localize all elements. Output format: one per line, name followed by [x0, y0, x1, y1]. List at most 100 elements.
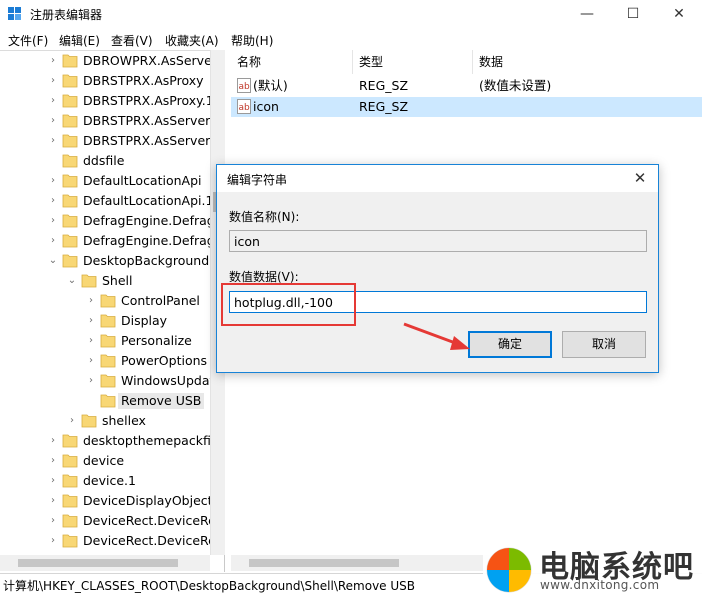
column-header-type[interactable]: 类型: [353, 50, 473, 74]
svg-text:ab: ab: [239, 103, 251, 113]
minimize-button[interactable]: —: [564, 0, 610, 29]
expand-arrow-icon[interactable]: ›: [48, 114, 58, 128]
title-bar: 注册表编辑器 — ☐ ✕: [0, 0, 702, 29]
folder-icon: [62, 534, 78, 548]
tree-item[interactable]: Remove USB: [0, 391, 224, 411]
expand-arrow-icon[interactable]: ›: [48, 54, 58, 68]
expand-arrow-icon[interactable]: ›: [48, 454, 58, 468]
tree-item[interactable]: › DefragEngine.DefragEngine: [0, 211, 224, 231]
tree-item[interactable]: ddsfile: [0, 151, 224, 171]
column-header-name[interactable]: 名称: [231, 50, 353, 74]
tree-item-label: WindowsUpdate: [121, 373, 223, 388]
tree-item[interactable]: › desktopthemepackfile: [0, 431, 224, 451]
column-header-data[interactable]: 数据: [473, 50, 702, 74]
expand-arrow-icon[interactable]: ›: [86, 354, 96, 368]
expand-arrow-icon[interactable]: ›: [48, 174, 58, 188]
collapse-arrow-icon[interactable]: ⌄: [67, 274, 77, 288]
folder-icon: [100, 334, 116, 348]
expand-arrow-icon[interactable]: ›: [86, 334, 96, 348]
tree-item[interactable]: › Display: [0, 311, 224, 331]
maximize-button[interactable]: ☐: [610, 0, 656, 29]
expand-arrow-icon[interactable]: ›: [48, 134, 58, 148]
folder-icon: [62, 214, 78, 228]
tree-item[interactable]: › DBROWPRX.AsServer: [0, 51, 224, 71]
menu-help[interactable]: 帮助(H): [231, 32, 273, 49]
expand-arrow-icon[interactable]: ›: [48, 214, 58, 228]
tree-item-label: DBRSTPRX.AsServer: [83, 113, 211, 128]
scrollbar-thumb[interactable]: [18, 559, 178, 567]
folder-icon: [62, 494, 78, 508]
tree-item[interactable]: › shellex: [0, 411, 224, 431]
tree-item[interactable]: › ControlPanel: [0, 291, 224, 311]
expand-arrow-icon[interactable]: ›: [48, 534, 58, 548]
expand-arrow-icon[interactable]: ›: [86, 294, 96, 308]
menu-file[interactable]: 文件(F): [8, 32, 48, 49]
expand-arrow-icon[interactable]: ›: [48, 494, 58, 508]
tree-item[interactable]: ⌄ Shell: [0, 271, 224, 291]
expand-arrow-icon[interactable]: ›: [48, 514, 58, 528]
expand-arrow-icon[interactable]: ›: [48, 474, 58, 488]
expand-arrow-icon[interactable]: ›: [48, 74, 58, 88]
tree-item[interactable]: › WindowsUpdate: [0, 371, 224, 391]
tree-item-label: DefragEngine.DefragEngine: [83, 213, 224, 228]
collapse-arrow-icon[interactable]: ⌄: [48, 254, 58, 268]
registry-tree[interactable]: › DBROWPRX.AsServer › DBRSTPRX.AsProxy › DBRS…: [0, 50, 225, 572]
values-horizontal-scrollbar[interactable]: [231, 555, 491, 571]
tree-item[interactable]: › PowerOptions: [0, 351, 224, 371]
value-type: REG_SZ: [359, 99, 409, 114]
folder-icon: [62, 114, 78, 128]
value-row-icon[interactable]: ab icon REG_SZ: [231, 97, 702, 117]
tree-item[interactable]: › DefragEngine.DefragEngine.1: [0, 231, 224, 251]
tree-item[interactable]: › DeviceRect.DeviceRect.1: [0, 531, 224, 551]
folder-icon: [62, 514, 78, 528]
menu-favorites[interactable]: 收藏夹(A): [165, 32, 219, 49]
expand-arrow-icon[interactable]: ›: [48, 234, 58, 248]
windows-logo-icon: [486, 547, 532, 593]
tree-item[interactable]: › DeviceRect.DeviceRect: [0, 511, 224, 531]
tree-item[interactable]: › DBRSTPRX.AsServer.1: [0, 131, 224, 151]
folder-icon: [62, 454, 78, 468]
tree-item[interactable]: › DefaultLocationApi.1: [0, 191, 224, 211]
folder-icon: [62, 94, 78, 108]
expand-arrow-icon[interactable]: ›: [67, 414, 77, 428]
tree-item-label: DBRSTPRX.AsProxy: [83, 73, 204, 88]
expand-arrow-icon[interactable]: ›: [48, 94, 58, 108]
tree-item-label: device: [83, 453, 125, 468]
tree-item-label: DeviceRect.DeviceRect: [83, 513, 225, 528]
value-row-default[interactable]: ab (默认) REG_SZ (数值未设置): [231, 76, 702, 96]
tree-item[interactable]: › Personalize: [0, 331, 224, 351]
tree-item[interactable]: › DefaultLocationApi: [0, 171, 224, 191]
ok-button[interactable]: 确定: [468, 331, 552, 358]
dialog-close-button[interactable]: ✕: [630, 168, 650, 188]
folder-icon: [81, 274, 97, 288]
tree-item[interactable]: › DBRSTPRX.AsProxy.1: [0, 91, 224, 111]
scrollbar-thumb[interactable]: [249, 559, 399, 567]
close-button[interactable]: ✕: [656, 0, 702, 29]
tree-item-label: PowerOptions: [121, 353, 208, 368]
tree-item-label: DBRSTPRX.AsProxy.1: [83, 93, 214, 108]
tree-item-label: ddsfile: [83, 153, 125, 168]
tree-item-label: DBROWPRX.AsServer: [83, 53, 217, 68]
tree-horizontal-scrollbar[interactable]: [0, 555, 210, 571]
menu-edit[interactable]: 编辑(E): [59, 32, 100, 49]
value-name-field[interactable]: [229, 230, 647, 252]
tree-item[interactable]: › DBRSTPRX.AsProxy: [0, 71, 224, 91]
menu-view[interactable]: 查看(V): [111, 32, 153, 49]
tree-item[interactable]: › DeviceDisplayObject: [0, 491, 224, 511]
expand-arrow-icon[interactable]: ›: [86, 314, 96, 328]
registry-path: 计算机\HKEY_CLASSES_ROOT\DesktopBackground\…: [3, 579, 416, 593]
folder-icon: [100, 294, 116, 308]
string-value-icon: ab: [237, 99, 251, 114]
expand-arrow-icon[interactable]: ›: [48, 194, 58, 208]
cancel-button[interactable]: 取消: [562, 331, 646, 358]
folder-icon: [62, 154, 78, 168]
watermark-url: www.dnxitong.com: [540, 578, 660, 592]
expand-arrow-icon[interactable]: ›: [86, 374, 96, 388]
folder-icon: [62, 434, 78, 448]
tree-item[interactable]: › device: [0, 451, 224, 471]
tree-item[interactable]: › DBRSTPRX.AsServer: [0, 111, 224, 131]
expand-arrow-icon[interactable]: ›: [48, 434, 58, 448]
tree-item-label: DefaultLocationApi.1: [83, 193, 214, 208]
tree-item[interactable]: › device.1: [0, 471, 224, 491]
tree-item[interactable]: ⌄ DesktopBackground: [0, 251, 224, 271]
